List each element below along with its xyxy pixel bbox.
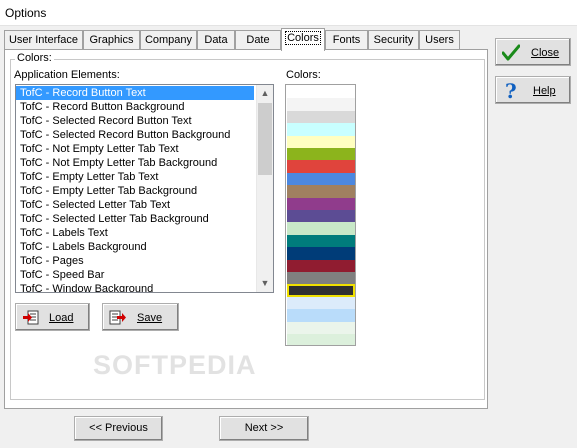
save-button[interactable]: Save — [102, 303, 179, 331]
color-swatch[interactable] — [287, 148, 355, 161]
help-button[interactable]: ? Help — [495, 76, 571, 104]
title-bar: Options — [0, 0, 577, 26]
save-button-label: Save — [137, 312, 163, 324]
previous-button[interactable]: << Previous — [74, 416, 163, 441]
tab-company[interactable]: Company — [140, 30, 197, 50]
color-swatch[interactable] — [287, 334, 355, 345]
list-item[interactable]: TofC - Selected Letter Tab Text — [16, 198, 254, 212]
list-item[interactable]: TofC - Empty Letter Tab Background — [16, 184, 254, 198]
color-swatch[interactable] — [287, 309, 355, 323]
list-item[interactable]: TofC - Not Empty Letter Tab Background — [16, 156, 254, 170]
list-item[interactable]: TofC - Not Empty Letter Tab Text — [16, 142, 254, 156]
color-swatch[interactable] — [287, 98, 355, 112]
list-item[interactable]: TofC - Record Button Background — [16, 100, 254, 114]
load-button-label: Load — [49, 312, 74, 324]
color-swatch[interactable] — [287, 259, 355, 273]
save-icon — [109, 310, 126, 325]
next-button[interactable]: Next >> — [219, 416, 309, 441]
scroll-up-icon[interactable]: ▲ — [257, 85, 273, 102]
tab-user-interface[interactable]: User Interface — [4, 30, 83, 50]
list-scrollbar[interactable]: ▲ ▼ — [256, 85, 273, 292]
tab-graphics[interactable]: Graphics — [83, 30, 140, 50]
checkmark-icon — [502, 44, 520, 61]
color-swatch[interactable] — [287, 197, 355, 211]
tab-colors[interactable]: Colors — [281, 28, 325, 51]
color-swatch[interactable] — [287, 222, 355, 236]
list-item[interactable]: TofC - Speed Bar — [16, 268, 254, 282]
tab-data[interactable]: Data — [197, 30, 235, 50]
help-question-icon: ? — [505, 79, 517, 103]
close-button[interactable]: Close — [495, 38, 571, 66]
application-elements-list[interactable]: TofC - Record Button Text TofC - Record B… — [15, 84, 274, 293]
window-title: Options — [5, 6, 47, 20]
list-item[interactable]: TofC - Selected Letter Tab Background — [16, 212, 254, 226]
colors-tab-panel: Colors: Application Elements: Colors: To… — [4, 49, 488, 409]
color-palette[interactable] — [285, 84, 356, 346]
color-swatch[interactable] — [287, 234, 355, 248]
list-item[interactable]: TofC - Record Button Text — [16, 86, 254, 100]
tab-date[interactable]: Date — [235, 30, 281, 50]
scrollbar-thumb[interactable] — [258, 103, 272, 175]
list-item[interactable]: TofC - Empty Letter Tab Text — [16, 170, 254, 184]
colors-group-title: Colors: — [15, 52, 54, 64]
color-swatch[interactable] — [287, 86, 355, 99]
application-elements-label: Application Elements: — [14, 69, 120, 81]
color-swatch[interactable] — [287, 160, 355, 174]
color-swatch[interactable] — [287, 296, 355, 310]
color-swatch[interactable] — [287, 172, 355, 186]
color-swatch[interactable] — [287, 185, 355, 199]
list-item[interactable]: TofC - Window Background — [16, 282, 254, 292]
list-item[interactable]: TofC - Selected Record Button Text — [16, 114, 254, 128]
color-swatch[interactable] — [287, 110, 355, 124]
list-item[interactable]: TofC - Labels Background — [16, 240, 254, 254]
color-swatch[interactable] — [287, 210, 355, 223]
tab-security[interactable]: Security — [368, 30, 419, 50]
help-button-label: Help — [533, 85, 556, 97]
list-item[interactable]: TofC - Selected Record Button Background — [16, 128, 254, 142]
list-item[interactable]: TofC - Labels Text — [16, 226, 254, 240]
scroll-down-icon[interactable]: ▼ — [257, 275, 273, 292]
tab-fonts[interactable]: Fonts — [325, 30, 368, 50]
list-item[interactable]: TofC - Pages — [16, 254, 254, 268]
close-button-label: Close — [531, 47, 560, 59]
load-button[interactable]: Load — [15, 303, 90, 331]
color-swatch[interactable] — [287, 272, 355, 285]
tab-users[interactable]: Users — [419, 30, 460, 50]
color-swatch[interactable] — [287, 247, 355, 261]
color-swatch[interactable] — [287, 284, 355, 298]
color-swatch[interactable] — [287, 135, 355, 149]
next-button-label: Next >> — [244, 422, 284, 434]
previous-button-label: << Previous — [89, 422, 148, 434]
colors-label: Colors: — [286, 69, 321, 81]
load-icon — [23, 310, 39, 325]
color-swatch[interactable] — [287, 123, 355, 137]
color-swatch[interactable] — [287, 321, 355, 335]
